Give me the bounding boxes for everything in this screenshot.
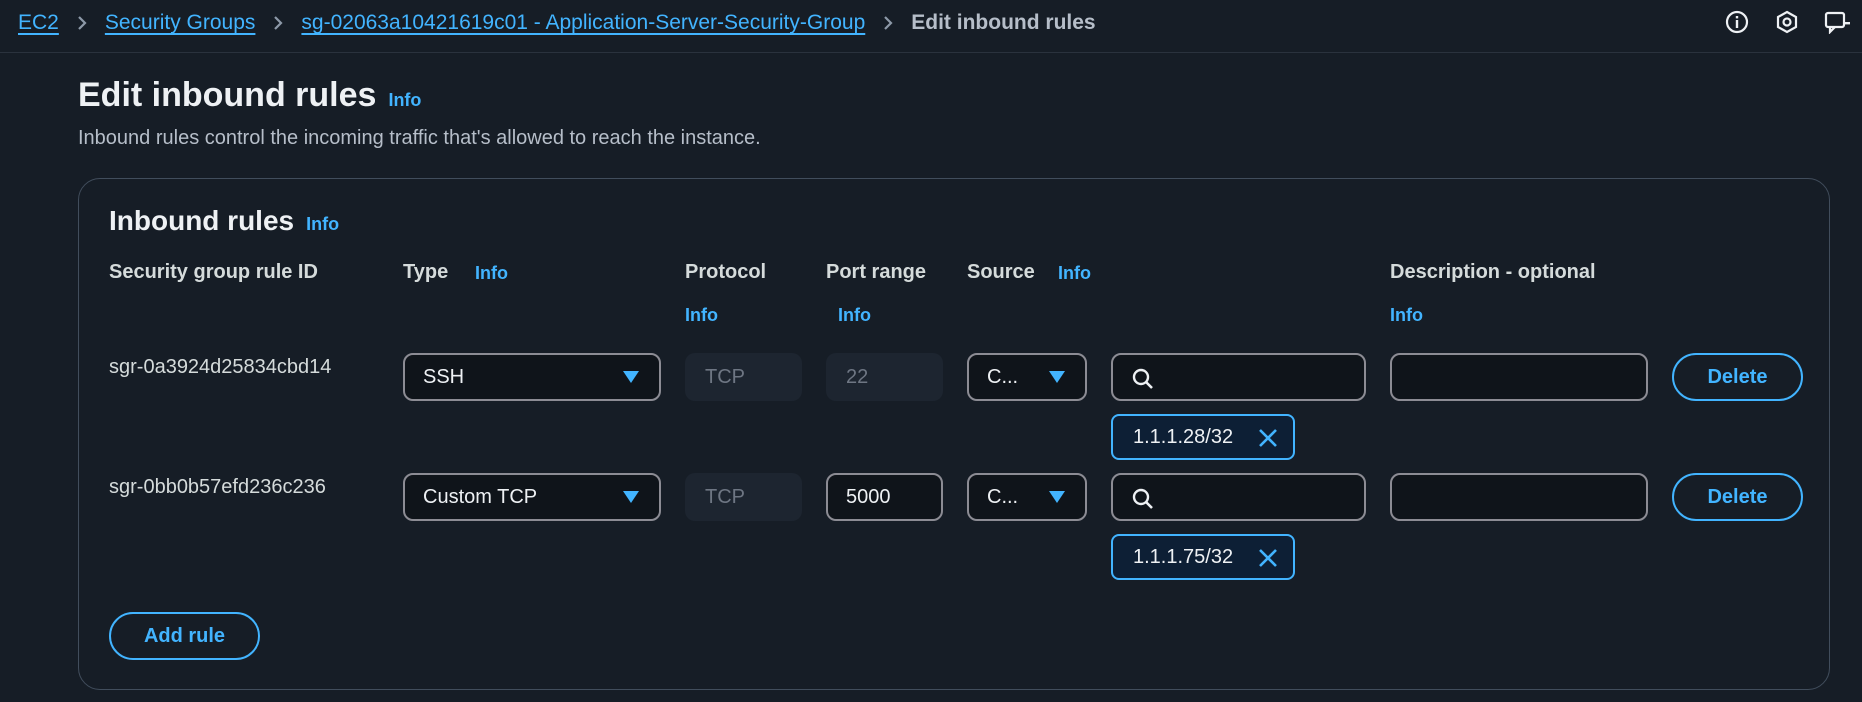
description-info-link[interactable]: Info	[1390, 305, 1423, 326]
breadcrumb-current: Edit inbound rules	[911, 11, 1096, 34]
breadcrumb-ec2[interactable]: EC2	[18, 11, 59, 35]
source-token-label: 1.1.1.28/32	[1133, 425, 1234, 448]
page-title: Edit inbound rules Info	[78, 76, 421, 115]
source-select-value: C...	[987, 485, 1019, 508]
source-token: 1.1.1.75/32	[1111, 534, 1295, 580]
caret-down-icon	[1049, 371, 1065, 383]
column-header-port-range: Port range	[826, 261, 927, 283]
breadcrumb: EC2 Security Groups sg-02063a10421619c01…	[18, 8, 1096, 38]
source-token-label: 1.1.1.75/32	[1133, 545, 1234, 568]
page-title-text: Edit inbound rules	[78, 76, 377, 114]
delete-button[interactable]: Delete	[1672, 473, 1803, 521]
caret-down-icon	[623, 371, 639, 383]
breadcrumb-security-group[interactable]: sg-02063a10421619c01 - Application-Serve…	[301, 11, 865, 35]
type-info-link[interactable]: Info	[475, 263, 508, 284]
panel-title-text: Inbound rules	[109, 205, 295, 236]
description-input[interactable]	[1390, 473, 1648, 521]
column-header-protocol: Protocol	[685, 261, 767, 283]
search-icon	[1131, 487, 1155, 517]
type-select-value: Custom TCP	[423, 485, 538, 508]
page-info-link[interactable]: Info	[388, 90, 421, 111]
source-info-link[interactable]: Info	[1058, 263, 1091, 284]
port-range-input[interactable]: 5000	[826, 473, 943, 521]
source-select[interactable]: C...	[967, 353, 1087, 401]
panel-title: Inbound rules Info	[109, 205, 339, 237]
feedback-icon[interactable]	[1812, 7, 1862, 37]
chevron-right-icon	[77, 15, 87, 31]
source-search-input[interactable]	[1111, 353, 1366, 401]
delete-button[interactable]: Delete	[1672, 353, 1803, 401]
page-description: Inbound rules control the incoming traff…	[78, 127, 761, 149]
caret-down-icon	[623, 491, 639, 503]
chevron-right-icon	[273, 15, 283, 31]
source-select[interactable]: C...	[967, 473, 1087, 521]
column-header-rule-id: Security group rule ID	[109, 261, 318, 283]
protocol-info-link[interactable]: Info	[685, 305, 718, 326]
source-token: 1.1.1.28/32	[1111, 414, 1295, 460]
chevron-right-icon	[883, 15, 893, 31]
column-header-source: Source	[967, 261, 1035, 283]
column-header-type: Type	[403, 261, 449, 283]
source-select-value: C...	[987, 365, 1019, 388]
caret-down-icon	[1049, 491, 1065, 503]
description-input[interactable]	[1390, 353, 1648, 401]
type-select[interactable]: SSH	[403, 353, 661, 401]
search-icon	[1131, 367, 1155, 397]
rule-id: sgr-0bb0b57efd236c236	[109, 476, 326, 498]
info-icon[interactable]	[1712, 7, 1762, 37]
top-icons	[1712, 7, 1862, 37]
settings-icon[interactable]	[1762, 7, 1812, 37]
type-select-value: SSH	[423, 365, 465, 388]
type-select[interactable]: Custom TCP	[403, 473, 661, 521]
port-range-info-link[interactable]: Info	[838, 305, 871, 326]
column-header-description: Description - optional	[1390, 261, 1596, 283]
protocol-field: TCP	[685, 473, 802, 521]
port-range-field: 22	[826, 353, 943, 401]
protocol-field: TCP	[685, 353, 802, 401]
top-bar: EC2 Security Groups sg-02063a10421619c01…	[0, 0, 1862, 53]
source-search-input[interactable]	[1111, 473, 1366, 521]
close-icon[interactable]	[1257, 547, 1279, 575]
inbound-rules-panel: Inbound rules Info Security group rule I…	[78, 178, 1830, 690]
add-rule-button[interactable]: Add rule	[109, 612, 260, 660]
panel-info-link[interactable]: Info	[306, 214, 339, 235]
breadcrumb-security-groups[interactable]: Security Groups	[105, 11, 256, 35]
close-icon[interactable]	[1257, 427, 1279, 455]
rule-id: sgr-0a3924d25834cbd14	[109, 356, 332, 378]
